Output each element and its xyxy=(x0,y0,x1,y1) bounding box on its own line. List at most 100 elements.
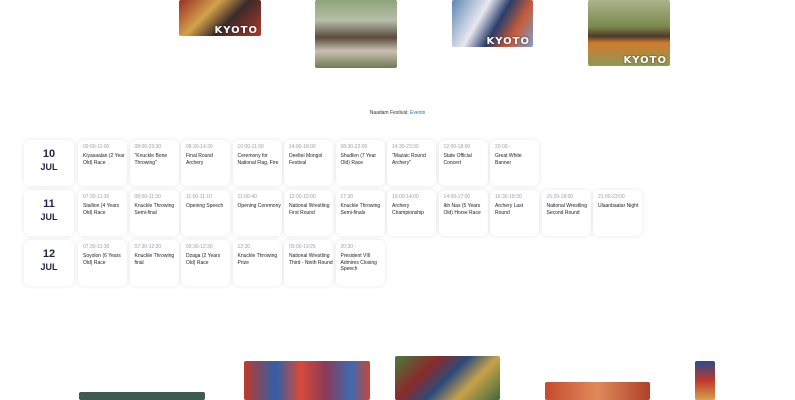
day-number: 12 xyxy=(42,248,56,260)
event-time: 21:00-23:00 xyxy=(598,194,625,200)
kyoto-watermark: KYOTO xyxy=(214,25,258,36)
event-card[interactable]: 10:00-14:00 Archery Championship xyxy=(387,190,436,236)
event-title: Kiyasaalan (2 Year Old) Race xyxy=(83,153,125,166)
event-title: Knuckle Throwing Semi-finals xyxy=(340,203,381,216)
event-title: National Wrestling Second Round xyxy=(546,203,587,216)
event-time: 07:30-11:30 xyxy=(83,194,110,200)
gallery-photo-2[interactable] xyxy=(244,361,370,400)
event-time: 20:30 - xyxy=(340,244,357,250)
event-title: Opening Speech xyxy=(186,203,224,209)
event-title: "Mazaic Round Archery" xyxy=(392,153,426,166)
event-card[interactable]: 10:00-11:00 Ceremony for National Flag, F… xyxy=(232,140,282,186)
event-card[interactable]: 12:00-15:00 National Wrestling First Roun… xyxy=(284,190,333,236)
event-time: 16:30-18:30 xyxy=(495,194,522,200)
event-time: 07:30-11:30 xyxy=(83,244,110,250)
event-time: 14:00-18:00 xyxy=(289,144,316,150)
event-time: 10:00-11:00 xyxy=(237,144,264,150)
event-time: 08:30-22:00 xyxy=(340,144,368,150)
event-title: Great White Banner xyxy=(495,153,522,166)
schedule-notice: Naadam Festival: Events xyxy=(0,110,795,116)
festival-photo-4[interactable]: KYOTO xyxy=(588,0,670,66)
day-month: JUL xyxy=(40,262,58,272)
event-card[interactable]: 07:30-12:30 Knuckle Throwing final xyxy=(129,240,179,286)
event-card[interactable]: 11:00-40 Opening Ceremony xyxy=(232,190,282,236)
event-title: National Wrestling First Round xyxy=(289,203,330,216)
event-card[interactable]: 07:30-11:30 Stallion (4 Years Old) Race xyxy=(78,190,127,236)
day-card: 11 JUL xyxy=(24,190,74,236)
event-card[interactable]: 07:30-11:30 Soyolon (6 Years Old) Race xyxy=(78,240,127,286)
event-title: Deeltei Mongol Festival xyxy=(289,153,323,166)
event-time: 20:00 - xyxy=(495,144,511,150)
event-time: 14:30-23:30 xyxy=(392,144,419,150)
event-card[interactable]: 14:00-18:00 Deeltei Mongol Festival xyxy=(284,140,333,186)
event-time: 14:00-17:00 xyxy=(443,194,471,200)
event-title: Stallion (4 Years Old) Race xyxy=(83,203,120,216)
event-card[interactable]: 12:30 Knuckle Throwing Prize xyxy=(232,240,282,286)
event-title: State Official Concert xyxy=(443,153,472,166)
event-title: Knuckle Throwing Semi-final xyxy=(134,203,175,216)
event-card[interactable]: 14:00-17:00 Ikh Nas (5 Years Old) Horse R… xyxy=(438,190,488,236)
event-title: Ulaanbaatar Night xyxy=(598,203,639,209)
event-time: 11:00-40 xyxy=(237,194,257,200)
event-time: 12:00-18:00 xyxy=(443,144,471,150)
festival-photo-2[interactable] xyxy=(315,0,397,68)
event-time: 08:00-23:30 xyxy=(134,144,162,150)
event-title: Dzaga (2 Years Old) Race xyxy=(186,253,221,266)
event-card[interactable]: 08:30-14:30 Final Round Archery xyxy=(181,140,230,186)
event-time: 09:30-12:30 xyxy=(186,244,213,250)
gallery-photo-1[interactable] xyxy=(79,392,205,400)
festival-photo-1[interactable]: KYOTO xyxy=(179,0,261,36)
kyoto-watermark: KYOTO xyxy=(623,55,667,66)
event-title: Ikh Nas (5 Years Old) Horse Race xyxy=(443,203,481,216)
event-title: President VIII Admires Closing Speech xyxy=(340,253,377,272)
notice-text: Naadam Festival: xyxy=(369,110,409,116)
event-card[interactable]: 17:30 Knuckle Throwing Semi-finals xyxy=(335,190,385,236)
event-time: 09:00-19:25 xyxy=(289,244,316,250)
event-title: Knuckle Throwing Prize xyxy=(237,253,278,266)
event-time: 12:30 xyxy=(237,244,251,250)
event-card[interactable]: 08:00-23:30 "Knuckle Bone Throwing" xyxy=(129,140,179,186)
event-card[interactable]: 16:30-18:30 Archery Last Round xyxy=(490,190,539,236)
event-card[interactable]: 09:30-12:30 Dzaga (2 Years Old) Race xyxy=(181,240,230,286)
day-month: JUL xyxy=(40,162,58,172)
gallery-photo-3[interactable] xyxy=(395,356,500,400)
gallery-photo-4[interactable] xyxy=(545,382,650,400)
event-title: Archery Last Round xyxy=(495,203,524,216)
event-title: Soyolon (6 Years Old) Race xyxy=(83,253,121,266)
kyoto-watermark: KYOTO xyxy=(486,36,530,47)
event-card[interactable]: 21:00-23:00 Ulaanbaatar Night xyxy=(593,190,642,236)
day-card: 10 JUL xyxy=(24,140,74,186)
event-time: 17:30 xyxy=(340,194,354,200)
event-title: Final Round Archery xyxy=(186,153,213,166)
event-title: "Knuckle Bone Throwing" xyxy=(134,153,168,166)
event-time: 15:20-18:00 xyxy=(546,194,574,200)
gallery-photo-5[interactable] xyxy=(695,361,715,400)
event-card[interactable]: 09:00-11:00 Kiyasaalan (2 Year Old) Race xyxy=(78,140,127,186)
day-number: 10 xyxy=(42,148,56,160)
event-card[interactable]: 09:00-19:25 National Wrestling Third - Ni… xyxy=(284,240,333,286)
event-card[interactable]: 11:00-11:10 Opening Speech xyxy=(181,190,230,236)
event-time: 08:00-11:30 xyxy=(134,194,161,200)
event-title: Knuckle Throwing final xyxy=(134,253,175,266)
event-time: 12:00-15:00 xyxy=(289,194,316,200)
event-card[interactable]: 08:00-11:30 Knuckle Throwing Semi-final xyxy=(129,190,179,236)
day-number: 11 xyxy=(43,198,55,210)
event-title: National Wrestling Third - Ninth Round xyxy=(289,253,333,266)
festival-photo-3[interactable]: KYOTO xyxy=(452,0,533,47)
event-card[interactable]: 15:20-18:00 National Wrestling Second Rou… xyxy=(541,190,591,236)
event-time: 11:00-11:10 xyxy=(186,194,212,200)
event-time: 07:30-12:30 xyxy=(134,244,162,250)
event-title: Ceremony for National Flag, Fire xyxy=(237,153,279,166)
event-card[interactable]: 08:30-22:00 Shudlen (7 Year Old) Race xyxy=(335,140,385,186)
event-time: 10:00-14:00 xyxy=(392,194,419,200)
event-card[interactable]: 20:30 - President VIII Admires Closing Sp… xyxy=(335,240,385,286)
event-card[interactable]: 14:30-23:30 "Mazaic Round Archery" xyxy=(387,140,436,186)
day-card: 12 JUL xyxy=(24,240,74,286)
event-time: 08:30-14:30 xyxy=(186,144,213,150)
event-card[interactable]: 20:00 - Great White Banner xyxy=(490,140,539,186)
events-link[interactable]: Events xyxy=(410,110,425,116)
day-month: JUL xyxy=(40,212,58,222)
event-card[interactable]: 12:00-18:00 State Official Concert xyxy=(438,140,488,186)
event-time: 09:00-11:00 xyxy=(83,144,110,150)
event-title: Opening Ceremony xyxy=(237,203,281,209)
